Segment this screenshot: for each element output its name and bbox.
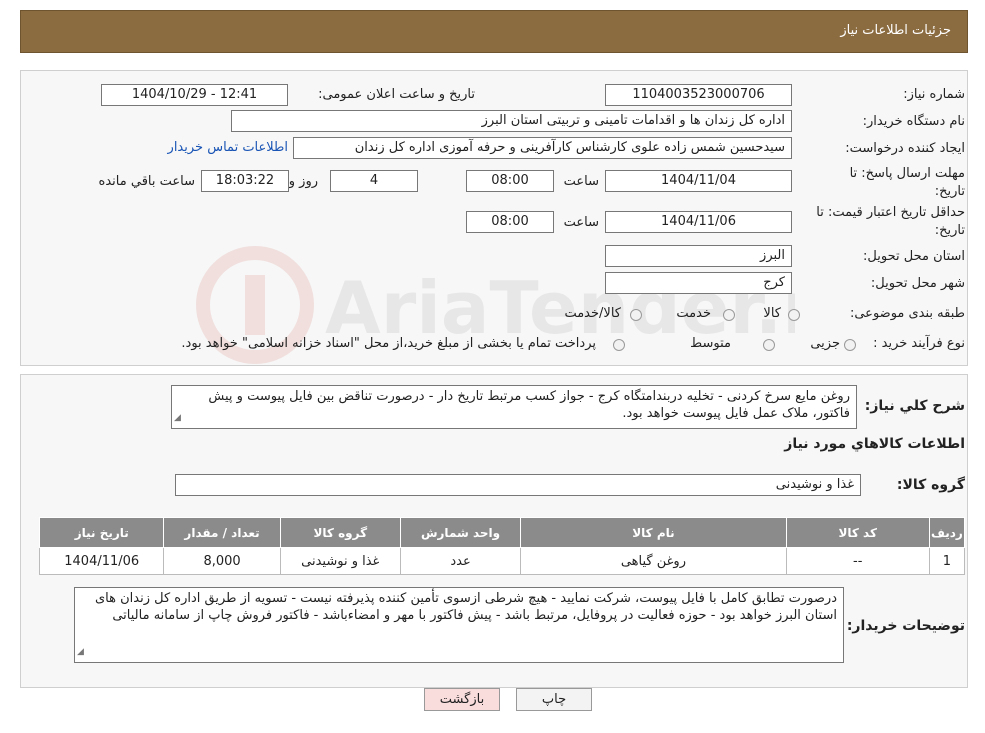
- process-note: پرداخت تمام یا بخشی از مبلغ خرید،از محل …: [181, 336, 596, 351]
- col-unit: واحد شمارش: [399, 517, 522, 548]
- process-label: نوع فرآیند خرید :: [873, 336, 965, 351]
- announce-date-field: 1404/10/29 - 12:41: [101, 84, 288, 106]
- goods-table: رديف کد کالا نام کالا واحد شمارش گروه کا…: [38, 517, 966, 575]
- col-need-date: تاريخ نياز: [38, 517, 165, 548]
- process-radio-minor[interactable]: [844, 339, 856, 351]
- page-header: جزئیات اطلاعات نیاز: [20, 10, 968, 53]
- cell-group: غذا و نوشیدنی: [279, 547, 401, 575]
- deadline-label: مهلت ارسال پاسخ: تا: [849, 166, 965, 181]
- city-label: شهر محل تحویل:: [870, 276, 965, 291]
- goods-section-title: اطلاعات کالاهاي مورد نياز: [784, 436, 965, 452]
- days-label: روز و: [288, 174, 318, 189]
- creator-field: سیدحسین شمس زاده علوی کارشناس کارآفرینی …: [293, 137, 792, 159]
- table-row: 1 -- روغن گیاهی عدد غذا و نوشیدنی 8,000 …: [38, 547, 966, 575]
- deadline-time-label: ساعت: [563, 174, 599, 189]
- description-textarea: روغن مایع سرخ کردنی - تخلیه دربندامتگاه …: [171, 385, 857, 429]
- cell-need-date: 1404/11/06: [38, 547, 165, 575]
- category-label: طبقه بندی موضوعی:: [849, 306, 965, 321]
- buyer-notes-label: توضیحات خریدار:: [846, 618, 965, 634]
- category-radio-service[interactable]: [723, 309, 735, 321]
- category-radio-goods[interactable]: [788, 309, 800, 321]
- days-remaining-field: 4: [330, 170, 418, 192]
- col-group: گروه کالا: [279, 517, 401, 548]
- time-remaining-label: ساعت باقي مانده: [98, 174, 195, 189]
- cell-row-number: 1: [928, 547, 966, 575]
- resize-handle-icon[interactable]: ◢: [174, 410, 181, 427]
- goods-table-header: رديف کد کالا نام کالا واحد شمارش گروه کا…: [38, 517, 966, 548]
- deadline-label-date: تاریخ:: [934, 184, 965, 199]
- col-item-code: کد کالا: [785, 517, 930, 548]
- cell-item-code: --: [785, 547, 930, 575]
- province-field: البرز: [605, 245, 792, 267]
- validity-label: حداقل تاریخ اعتبار قیمت: تا: [816, 205, 965, 220]
- creator-label: ایجاد کننده درخواست:: [845, 141, 965, 156]
- deadline-time-field: 08:00: [466, 170, 554, 192]
- goods-group-field: غذا و نوشیدنی: [175, 474, 861, 496]
- description-label: شرح کلي نياز:: [864, 398, 965, 414]
- validity-label-date: تاریخ:: [934, 223, 965, 238]
- validity-time-label: ساعت: [563, 215, 599, 230]
- process-option-minor: جزیی: [810, 336, 840, 351]
- process-radio-medium[interactable]: [763, 339, 775, 351]
- need-number-field: 1104003523000706: [605, 84, 792, 106]
- category-option-service: خدمت: [676, 306, 711, 321]
- buyer-notes-text: درصورت تطابق کامل با فایل پیوست، شرکت نم…: [95, 591, 837, 623]
- print-button[interactable]: چاپ: [516, 688, 592, 711]
- need-number-label: شماره نیاز:: [903, 87, 965, 102]
- province-label: استان محل تحویل:: [863, 249, 965, 264]
- validity-date-field: 1404/11/06: [605, 211, 792, 233]
- validity-time-field: 08:00: [466, 211, 554, 233]
- process-option-medium: متوسط: [690, 336, 731, 351]
- back-button[interactable]: بازگشت: [424, 688, 500, 711]
- description-text: روغن مایع سرخ کردنی - تخلیه دربندامتگاه …: [208, 389, 850, 421]
- cell-quantity: 8,000: [163, 547, 281, 575]
- buyer-org-field: اداره کل زندان ها و اقدامات تامینی و ترب…: [231, 110, 792, 132]
- goods-group-label: گروه کالا:: [896, 477, 965, 493]
- process-radio-treasury[interactable]: [613, 339, 625, 351]
- city-field: کرج: [605, 272, 792, 294]
- announce-date-label: تاریخ و ساعت اعلان عمومی:: [318, 87, 475, 102]
- cell-unit: عدد: [399, 547, 522, 575]
- category-radio-goods-service[interactable]: [630, 309, 642, 321]
- category-option-goods: کالا: [763, 306, 781, 321]
- col-quantity: تعداد / مقدار: [163, 517, 281, 548]
- buyer-org-label: نام دستگاه خریدار:: [862, 114, 965, 129]
- category-option-goods-service: کالا/خدمت: [564, 306, 621, 321]
- resize-handle-icon[interactable]: ◢: [77, 644, 84, 661]
- time-remaining-field: 18:03:22: [201, 170, 289, 192]
- buyer-notes-textarea: درصورت تطابق کامل با فایل پیوست، شرکت نم…: [74, 587, 844, 663]
- cell-item-name: روغن گیاهی: [520, 547, 787, 575]
- buyer-contact-link[interactable]: اطلاعات تماس خریدار: [168, 140, 288, 155]
- deadline-date-field: 1404/11/04: [605, 170, 792, 192]
- col-item-name: نام کالا: [520, 517, 787, 548]
- page-title: جزئیات اطلاعات نیاز: [840, 23, 951, 38]
- col-row-number: رديف: [928, 517, 966, 548]
